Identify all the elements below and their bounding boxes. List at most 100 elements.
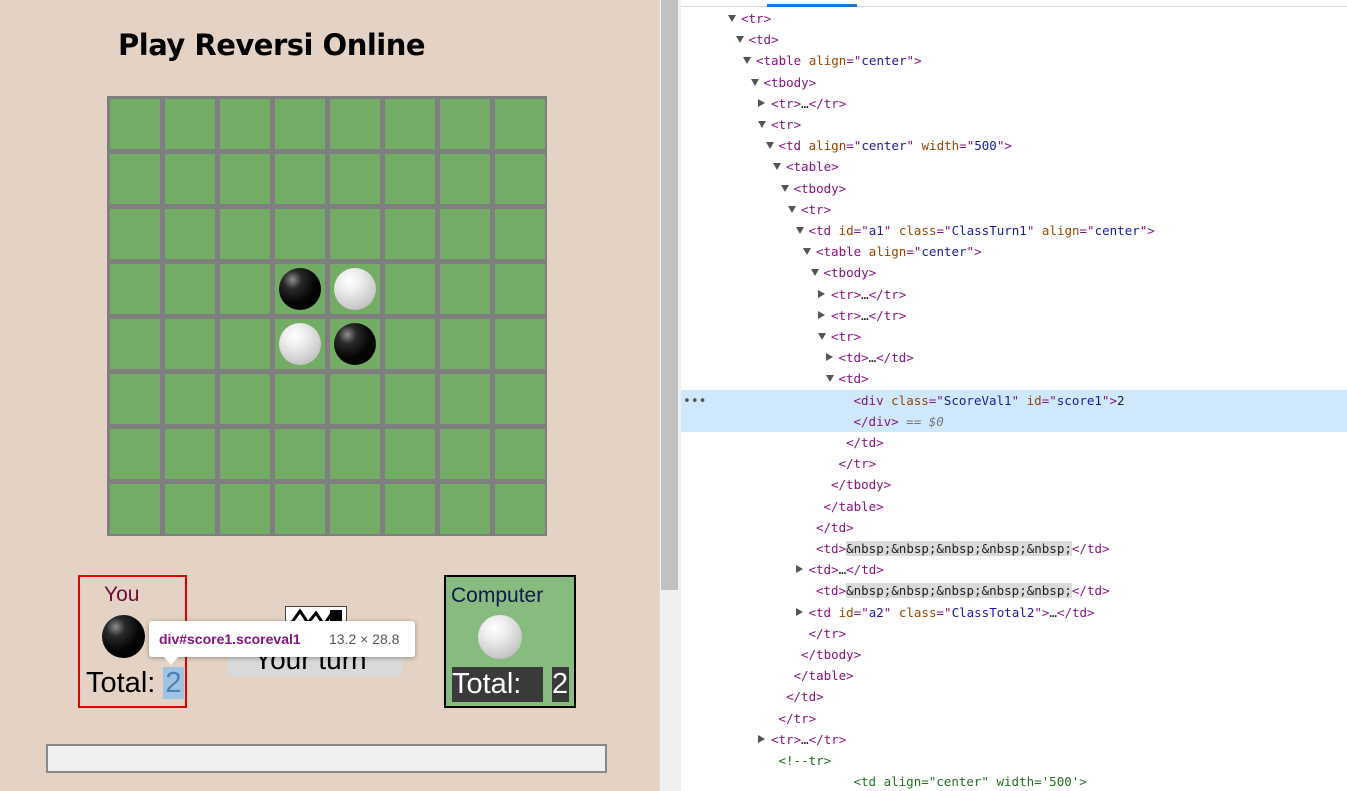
board-cell[interactable]: [440, 154, 490, 204]
dom-node-line[interactable]: </tbody>: [681, 474, 1347, 495]
expand-arrow-icon[interactable]: [773, 163, 781, 171]
board-cell[interactable]: [165, 319, 215, 369]
board-cell[interactable]: [330, 209, 380, 259]
board-cell[interactable]: [330, 319, 380, 369]
dom-node-line[interactable]: <tbody>: [681, 72, 1347, 93]
board-cell[interactable]: [220, 429, 270, 479]
collapse-arrow-icon[interactable]: [795, 565, 803, 574]
board-cell[interactable]: [110, 484, 160, 534]
dom-node-line[interactable]: </td>: [681, 432, 1347, 453]
board-cell[interactable]: [275, 264, 325, 314]
dom-node-line[interactable]: <td>: [681, 368, 1347, 389]
collapse-arrow-icon[interactable]: [818, 310, 825, 319]
expand-arrow-icon[interactable]: [743, 57, 751, 65]
expand-arrow-icon[interactable]: [818, 333, 826, 340]
board-cell[interactable]: [440, 319, 490, 369]
dom-node-line[interactable]: </table>: [681, 496, 1347, 517]
expand-arrow-icon[interactable]: [810, 269, 819, 277]
expand-arrow-icon[interactable]: [825, 375, 834, 383]
dom-node-line[interactable]: <table align="center">: [681, 241, 1347, 262]
collapse-arrow-icon[interactable]: [795, 607, 803, 616]
board-cell[interactable]: [220, 209, 270, 259]
dom-node-line[interactable]: </td>: [681, 686, 1347, 707]
dom-node-line[interactable]: <tr>…</tr>: [681, 284, 1347, 305]
board-cell[interactable]: [495, 484, 545, 534]
board-cell[interactable]: [275, 209, 325, 259]
expand-arrow-icon[interactable]: [780, 184, 789, 192]
board-cell[interactable]: [495, 264, 545, 314]
expand-arrow-icon[interactable]: [735, 36, 744, 44]
dom-node-line[interactable]: <div class="ScoreVal1" id="score1">2: [681, 389, 1347, 411]
board-cell[interactable]: [385, 154, 435, 204]
board-cell[interactable]: [330, 484, 380, 534]
dom-node-line[interactable]: </tbody>: [681, 644, 1347, 665]
board-cell[interactable]: [385, 374, 435, 424]
board-cell[interactable]: [495, 209, 545, 259]
expand-arrow-icon[interactable]: [788, 205, 796, 213]
dom-node-line[interactable]: <!--tr>: [681, 750, 1347, 771]
board-cell[interactable]: [385, 264, 435, 314]
board-cell[interactable]: [165, 429, 215, 479]
expand-arrow-icon[interactable]: [803, 248, 811, 256]
dom-node-line[interactable]: <td id="a1" class="ClassTurn1" align="ce…: [681, 220, 1347, 241]
board-cell[interactable]: [385, 319, 435, 369]
expand-arrow-icon[interactable]: [750, 78, 759, 86]
collapse-arrow-icon[interactable]: [758, 734, 765, 743]
more-options-icon[interactable]: •••: [683, 394, 706, 409]
board-cell[interactable]: [220, 374, 270, 424]
dom-node-line[interactable]: <td id="a2" class="ClassTotal2">…</td>: [681, 602, 1347, 623]
dom-node-line[interactable]: </div> == $0: [681, 410, 1347, 432]
board-cell[interactable]: [165, 209, 215, 259]
board-cell[interactable]: [440, 264, 490, 314]
board-cell[interactable]: [275, 99, 325, 149]
dom-node-line[interactable]: <table>: [681, 156, 1347, 177]
board-cell[interactable]: [385, 429, 435, 479]
board-cell[interactable]: [495, 99, 545, 149]
board-cell[interactable]: [440, 429, 490, 479]
dom-node-line[interactable]: <td>…</td>: [681, 559, 1347, 580]
board-cell[interactable]: [275, 429, 325, 479]
board-cell[interactable]: [275, 374, 325, 424]
dom-node-line[interactable]: <tbody>: [681, 178, 1347, 199]
dom-node-line[interactable]: <table align="center">: [681, 50, 1347, 71]
dom-node-line[interactable]: <td align="center" width='500'>: [681, 771, 1347, 791]
dom-node-line[interactable]: <tr>: [681, 8, 1347, 29]
board-cell[interactable]: [330, 154, 380, 204]
expand-arrow-icon[interactable]: [728, 15, 736, 22]
board-cell[interactable]: [275, 319, 325, 369]
board-cell[interactable]: [110, 429, 160, 479]
dom-node-line[interactable]: <tr>: [681, 199, 1347, 220]
board-cell[interactable]: [110, 264, 160, 314]
board-cell[interactable]: [330, 264, 380, 314]
board-cell[interactable]: [495, 374, 545, 424]
dom-node-line[interactable]: <td>…</td>: [681, 347, 1347, 368]
dom-node-line[interactable]: </table>: [681, 665, 1347, 686]
board-cell[interactable]: [330, 99, 380, 149]
board-cell[interactable]: [330, 374, 380, 424]
board-cell[interactable]: [110, 209, 160, 259]
dom-node-line[interactable]: </td>: [681, 517, 1347, 538]
dom-node-line[interactable]: <td>: [681, 29, 1347, 50]
board-cell[interactable]: [440, 99, 490, 149]
collapse-arrow-icon[interactable]: [825, 353, 833, 362]
board-cell[interactable]: [165, 484, 215, 534]
board-cell[interactable]: [165, 374, 215, 424]
board-cell[interactable]: [165, 264, 215, 314]
collapse-arrow-icon[interactable]: [818, 289, 825, 298]
dom-node-line[interactable]: <td>&nbsp;&nbsp;&nbsp;&nbsp;&nbsp;</td>: [681, 538, 1347, 559]
board-cell[interactable]: [440, 209, 490, 259]
dom-node-line[interactable]: <tbody>: [681, 262, 1347, 283]
board-cell[interactable]: [275, 484, 325, 534]
board-cell[interactable]: [220, 264, 270, 314]
board-cell[interactable]: [385, 99, 435, 149]
dom-node-line[interactable]: <tr>: [681, 326, 1347, 347]
board-cell[interactable]: [110, 154, 160, 204]
board-cell[interactable]: [385, 209, 435, 259]
collapse-arrow-icon[interactable]: [758, 98, 765, 107]
board-cell[interactable]: [110, 319, 160, 369]
board-cell[interactable]: [440, 484, 490, 534]
board-cell[interactable]: [220, 154, 270, 204]
board-cell[interactable]: [165, 154, 215, 204]
board-cell[interactable]: [220, 99, 270, 149]
dom-node-line[interactable]: </tr>: [681, 453, 1347, 474]
